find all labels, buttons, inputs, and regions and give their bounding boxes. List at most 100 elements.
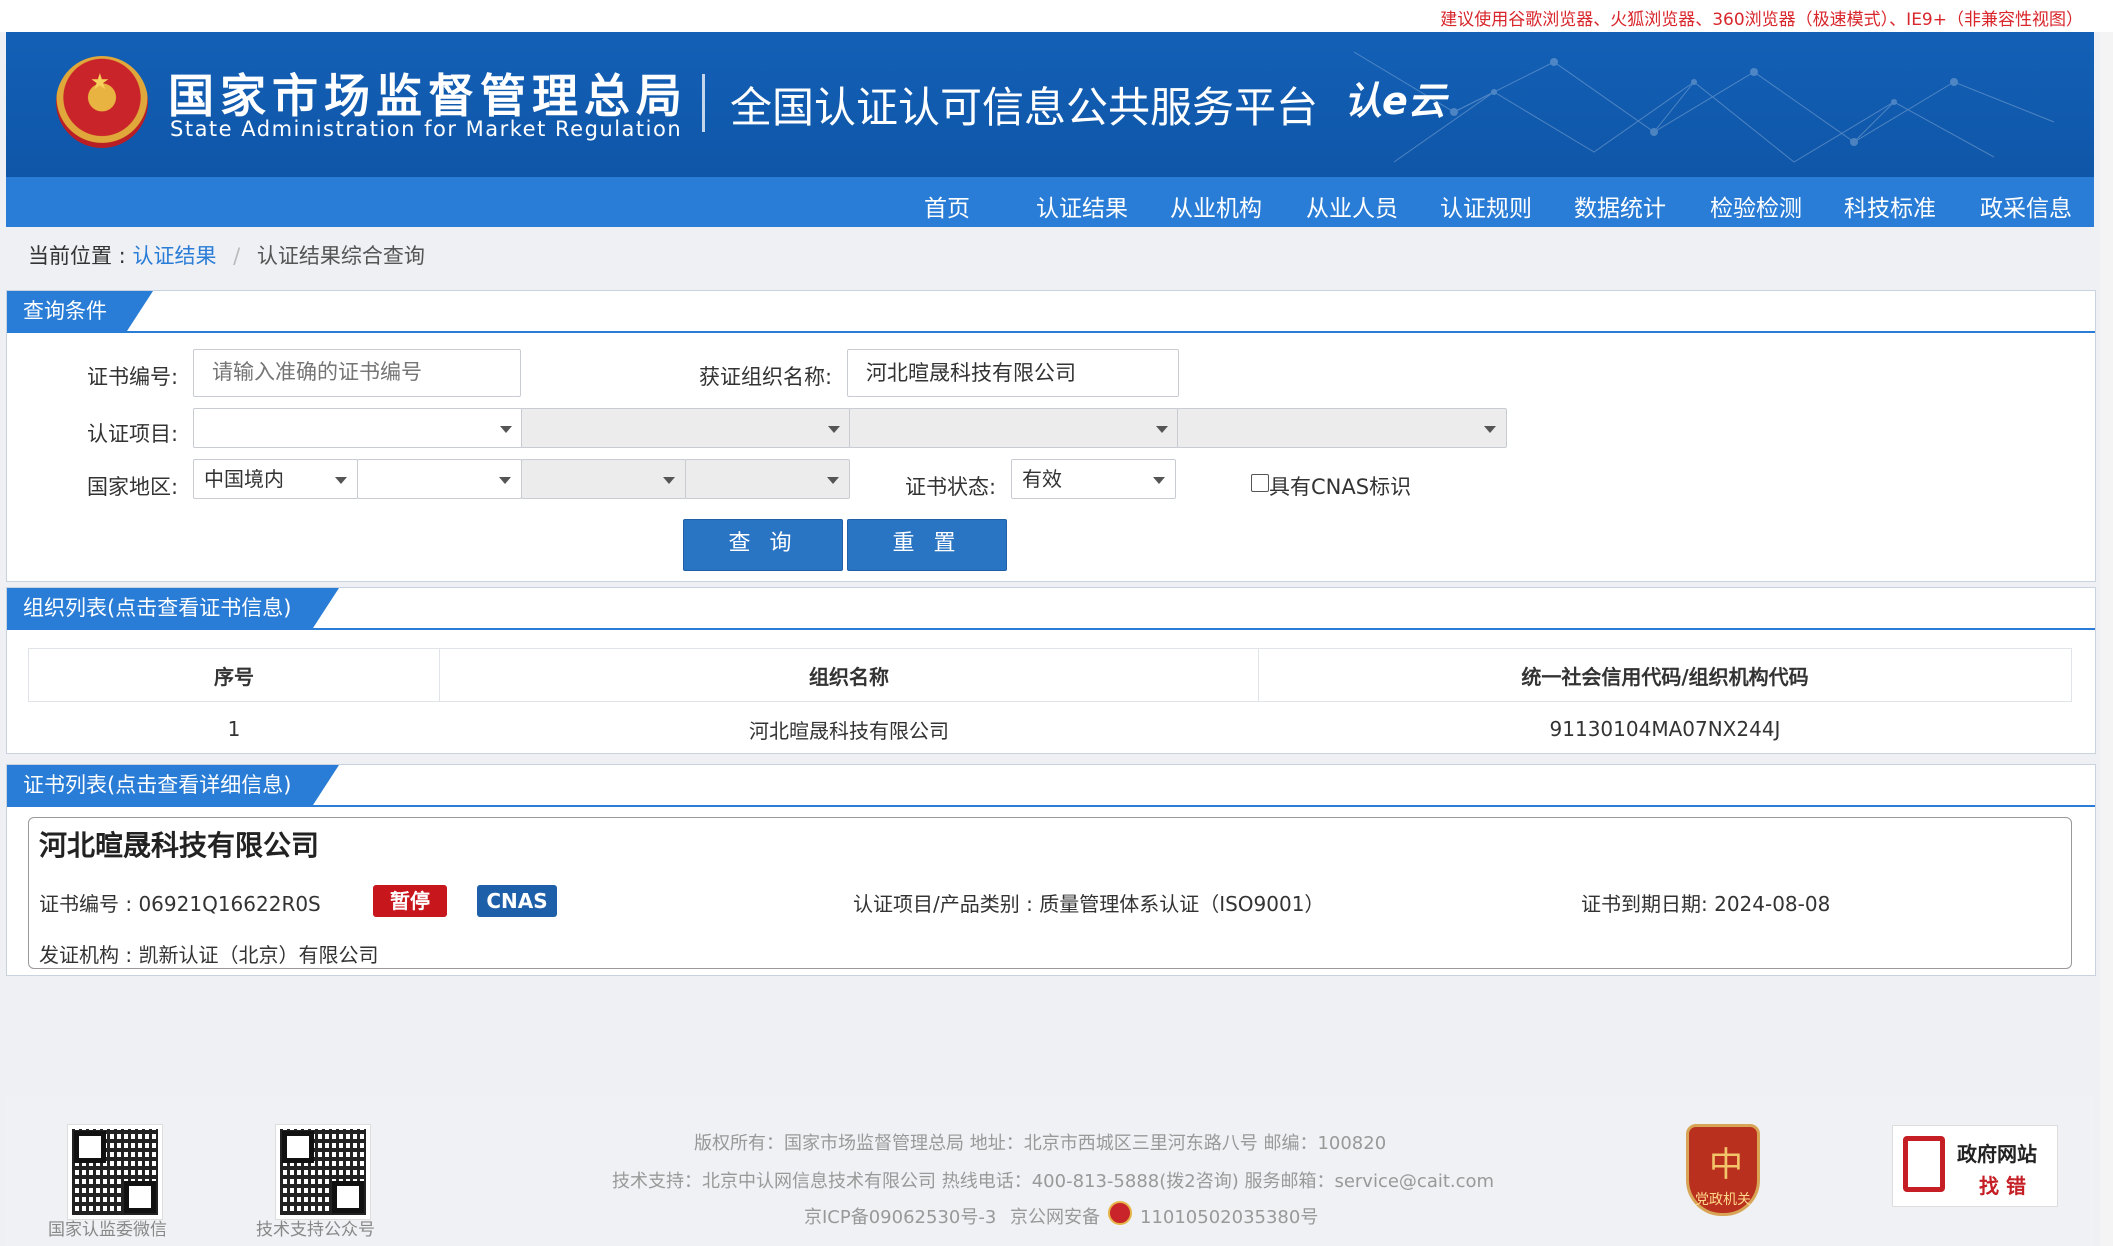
table-row[interactable]: 1 河北暄晟科技有限公司 91130104MA07NX244J xyxy=(29,702,2072,757)
site-banner: 国家市场监督管理总局 State Administration for Mark… xyxy=(6,32,2094,177)
query-panel: 查询条件 证书编号: 获证组织名称: 河北暄晟科技有限公司 认证项目: 国家地区… xyxy=(6,290,2096,582)
footer-police: 京公网安备 xyxy=(1010,1207,1100,1228)
nav-procurement[interactable]: 政采信息 xyxy=(1980,189,2072,223)
top-tip-bar: 建议使用谷歌浏览器、火狐浏览器、360浏览器（极速模式）、IE9+（非兼容性视图… xyxy=(0,0,2113,32)
org-list-title: 组织列表(点击查看证书信息) xyxy=(7,588,313,628)
renyiyun-logo: 认e云 xyxy=(1344,79,1446,123)
org-list-panel: 组织列表(点击查看证书信息) 序号 组织名称 统一社会信用代码/组织机构代码 1… xyxy=(6,587,2096,754)
party-emblem-icon: 中 xyxy=(1709,1145,1743,1185)
breadcrumb-separator: / xyxy=(233,244,241,268)
region-value: 中国境内 xyxy=(204,467,284,491)
gov-site-label: 政府网站 xyxy=(1957,1142,2037,1166)
status-select[interactable]: 有效 xyxy=(1011,459,1176,499)
chevron-down-icon xyxy=(1153,477,1165,484)
header-divider xyxy=(702,74,705,132)
chevron-down-icon xyxy=(1484,426,1496,433)
chevron-down-icon xyxy=(828,426,840,433)
browser-tip: 建议使用谷歌浏览器、火狐浏览器、360浏览器（极速模式）、IE9+（非兼容性视图… xyxy=(1440,10,2083,30)
title-underline xyxy=(7,805,2095,807)
gov-site-error-report[interactable]: 政府网站 找 错 xyxy=(1892,1125,2058,1207)
cnas-badge: CNAS xyxy=(477,885,557,917)
police-badge-icon xyxy=(1108,1201,1132,1225)
nav-personnel[interactable]: 从业人员 xyxy=(1306,189,1398,223)
status-value: 有效 xyxy=(1022,467,1062,491)
cert-no-label: 证书编号: xyxy=(87,365,179,389)
cert-company-name: 河北暄晟科技有限公司 xyxy=(39,829,320,862)
party-badge-label: 党政机关 xyxy=(1695,1192,1751,1208)
region-select-4[interactable] xyxy=(685,459,850,499)
row-index: 1 xyxy=(227,717,241,741)
project-select-3[interactable] xyxy=(849,408,1179,448)
cert-list-panel: 证书列表(点击查看详细信息) 河北暄晟科技有限公司 证书编号 : 06921Q1… xyxy=(6,764,2096,976)
chevron-down-icon xyxy=(335,477,347,484)
breadcrumb-link[interactable]: 认证结果 xyxy=(132,244,216,268)
col-index: 序号 xyxy=(28,648,440,702)
footer-police-no[interactable]: 11010502035380号 xyxy=(1140,1203,1318,1229)
qr2-caption: 技术支持公众号 xyxy=(256,1220,375,1240)
qr-code-icon xyxy=(275,1124,371,1220)
cnas-label: 具有CNAS标识 xyxy=(1269,475,1412,499)
nav-cert-results[interactable]: 认证结果 xyxy=(1036,189,1128,223)
nav-institutions[interactable]: 从业机构 xyxy=(1170,189,1262,223)
region-select-1[interactable]: 中国境内 xyxy=(193,459,358,499)
col-credit-code: 统一社会信用代码/组织机构代码 xyxy=(1258,648,2072,702)
cert-issuer: 发证机构 : 凯新认证（北京）有限公司 xyxy=(39,943,379,967)
status-badge: 暂停 xyxy=(373,885,447,917)
main-nav: 首页 认证结果 从业机构 从业人员 认证规则 数据统计 检验检测 科技标准 政采… xyxy=(6,177,2094,227)
qr1-caption: 国家认监委微信 xyxy=(48,1220,167,1240)
chevron-down-icon xyxy=(1156,426,1168,433)
tab-corner xyxy=(313,765,339,805)
footer-copyright: 版权所有：国家市场监督管理总局 地址：北京市西城区三里河东路八号 邮编：1008… xyxy=(694,1133,1387,1154)
page-scrollbar[interactable] xyxy=(2100,32,2113,1246)
chevron-down-icon xyxy=(663,477,675,484)
nav-home[interactable]: 首页 xyxy=(924,189,970,223)
platform-title: 全国认证认可信息公共服务平台 xyxy=(730,83,1319,132)
tab-corner xyxy=(127,291,153,331)
chevron-down-icon xyxy=(827,477,839,484)
region-select-3[interactable] xyxy=(521,459,686,499)
search-button[interactable]: 查 询 xyxy=(683,519,843,571)
row-credit-code: 91130104MA07NX244J xyxy=(1549,717,1781,741)
nav-statistics[interactable]: 数据统计 xyxy=(1574,189,1666,223)
row-org-name[interactable]: 河北暄晟科技有限公司 xyxy=(440,702,1259,757)
cert-number: 证书编号 : 06921Q16622R0S xyxy=(39,892,321,916)
nav-standards[interactable]: 科技标准 xyxy=(1844,189,1936,223)
reset-button[interactable]: 重 置 xyxy=(847,519,1007,571)
breadcrumb-current: 认证结果综合查询 xyxy=(256,244,425,268)
breadcrumb: 当前位置 : 认证结果 / 认证结果综合查询 xyxy=(28,240,425,270)
footer-icp[interactable]: 京ICP备09062530号-3 xyxy=(804,1203,996,1229)
cert-list-title: 证书列表(点击查看详细信息) xyxy=(7,765,313,805)
org-table: 序号 组织名称 统一社会信用代码/组织机构代码 1 河北暄晟科技有限公司 911… xyxy=(28,648,2072,756)
tab-corner xyxy=(313,588,339,628)
query-title: 查询条件 xyxy=(7,291,127,331)
org-name-input[interactable]: 河北暄晟科技有限公司 xyxy=(847,349,1179,397)
footer-support: 技术支持：北京中认网信息技术有限公司 热线电话：400-813-5888(拨2咨… xyxy=(612,1171,1495,1192)
cert-no-input[interactable] xyxy=(193,349,521,397)
nav-inspection[interactable]: 检验检测 xyxy=(1710,189,1802,223)
breadcrumb-label: 当前位置 : xyxy=(28,244,126,268)
chevron-down-icon xyxy=(499,477,511,484)
region-label: 国家地区: xyxy=(87,475,179,499)
title-underline xyxy=(7,331,2095,333)
nav-cert-rules[interactable]: 认证规则 xyxy=(1440,189,1532,223)
status-label: 证书状态: xyxy=(905,475,997,499)
cert-project: 认证项目/产品类别 : 质量管理体系认证（ISO9001） xyxy=(853,892,1325,916)
national-emblem-icon xyxy=(56,56,148,148)
org-name-label: 获证组织名称: xyxy=(699,365,833,389)
org-name-en: State Administration for Market Regulati… xyxy=(170,117,683,141)
magnifier-icon xyxy=(1903,1136,1945,1192)
qr-code-icon xyxy=(67,1124,163,1220)
project-select-2[interactable] xyxy=(521,408,851,448)
chevron-down-icon xyxy=(500,426,512,433)
region-select-2[interactable] xyxy=(357,459,522,499)
cnas-checkbox[interactable] xyxy=(1251,474,1269,492)
cert-card[interactable]: 河北暄晟科技有限公司 证书编号 : 06921Q16622R0S 暂停 CNAS… xyxy=(28,817,2072,969)
cert-expiry: 证书到期日期: 2024-08-08 xyxy=(1581,892,1831,916)
title-underline xyxy=(7,628,2095,630)
project-select-1[interactable] xyxy=(193,408,523,448)
party-org-badge[interactable]: 中 党政机关 xyxy=(1686,1124,1760,1216)
org-table-header: 序号 组织名称 统一社会信用代码/组织机构代码 xyxy=(28,648,2072,702)
site-footer: 国家认监委微信 技术支持公众号 版权所有：国家市场监督管理总局 地址：北京市西城… xyxy=(6,1095,2094,1246)
project-label: 认证项目: xyxy=(87,422,179,446)
project-select-4[interactable] xyxy=(1177,408,1507,448)
